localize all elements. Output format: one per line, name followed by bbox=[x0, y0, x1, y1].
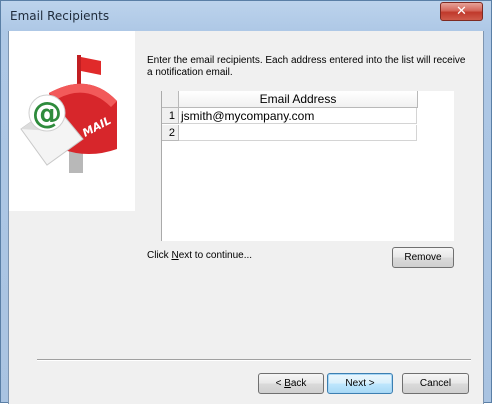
column-header-email-address[interactable]: Email Address bbox=[179, 91, 418, 108]
dialog-window: Email Recipients ✕ MAIL @ Enter the emai… bbox=[0, 0, 492, 404]
close-icon: ✕ bbox=[456, 4, 467, 19]
window-title: Email Recipients bbox=[10, 9, 110, 23]
close-button[interactable]: ✕ bbox=[440, 2, 483, 21]
content-panel: Enter the email recipients. Each address… bbox=[135, 31, 483, 356]
email-cell[interactable]: jsmith@mycompany.com bbox=[179, 108, 417, 124]
back-label-pre: < bbox=[275, 378, 285, 389]
row-number[interactable]: 1 bbox=[162, 108, 179, 124]
continue-hint-pre: Click bbox=[147, 250, 172, 261]
email-recipients-grid[interactable]: Email Address 1 jsmith@mycompany.com 2 bbox=[161, 91, 454, 241]
remove-button[interactable]: Remove bbox=[392, 247, 454, 268]
email-cell[interactable] bbox=[179, 125, 417, 141]
back-button[interactable]: < Back bbox=[258, 373, 324, 394]
table-row[interactable]: 1 jsmith@mycompany.com bbox=[162, 108, 418, 125]
continue-hint: Click Next to continue... bbox=[147, 250, 252, 261]
continue-hint-key: N bbox=[171, 250, 179, 261]
grid-header: Email Address bbox=[162, 91, 454, 108]
row-number[interactable]: 2 bbox=[162, 125, 179, 141]
cancel-button[interactable]: Cancel bbox=[402, 373, 469, 394]
back-label-key: B bbox=[284, 378, 291, 389]
side-panel: MAIL @ bbox=[9, 31, 135, 211]
grid-corner bbox=[162, 91, 179, 108]
next-button[interactable]: Next > bbox=[327, 373, 393, 394]
mailbox-icon: MAIL @ bbox=[19, 53, 129, 173]
instructions-text: Enter the email recipients. Each address… bbox=[147, 55, 466, 78]
button-separator bbox=[37, 359, 471, 361]
title-bar[interactable]: Email Recipients ✕ bbox=[1, 1, 491, 31]
dialog-client-area: MAIL @ Enter the email recipients. Each … bbox=[8, 31, 484, 404]
at-symbol: @ bbox=[32, 96, 62, 131]
back-label-post: ack bbox=[290, 378, 307, 389]
continue-hint-post: ext to continue... bbox=[178, 250, 253, 261]
table-row[interactable]: 2 bbox=[162, 125, 418, 142]
